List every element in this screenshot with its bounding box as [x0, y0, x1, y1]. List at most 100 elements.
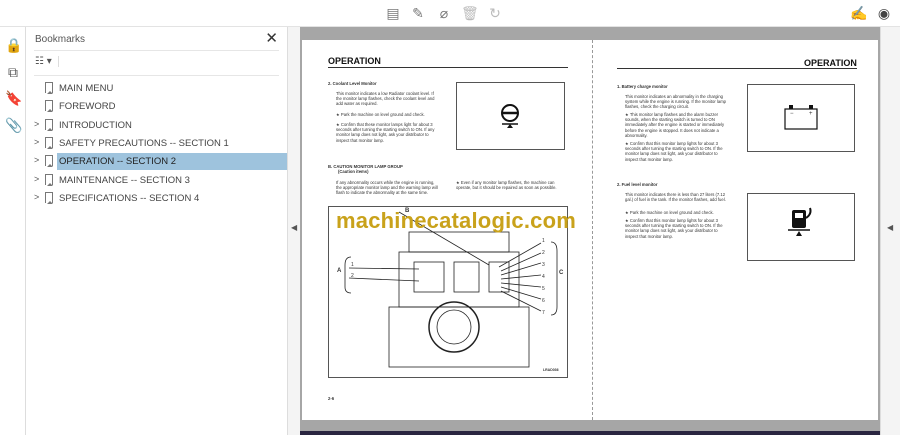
bookmark-item[interactable]: > SAFETY PRECAUTIONS -- SECTION 1	[26, 134, 288, 152]
expand-chevron-icon[interactable]: >	[34, 192, 39, 202]
bullet-text: Confirm that this monitor lamp lights fo…	[625, 141, 723, 162]
pdf-page-spread: OPERATION 2. Coolant Level Monitor This …	[302, 40, 878, 420]
panel-title: Bookmarks	[35, 34, 86, 45]
bookmark-icon	[45, 82, 53, 94]
coolant-monitor-figure	[456, 82, 565, 150]
bookmark-icon[interactable]: 🔖	[5, 90, 22, 106]
expand-right-panel-icon[interactable]: ◀	[887, 223, 893, 232]
bookmark-label: SPECIFICATIONS -- SECTION 4	[59, 192, 200, 204]
diagram-number: 2	[542, 250, 545, 256]
toolbar: ▤ ✎ ⌀ 🗑 ↻ ✍ ◉	[0, 0, 900, 27]
bullet: ★ This monitor lamp flashes and the alar…	[625, 112, 725, 138]
divider	[328, 67, 568, 68]
battery-icon	[784, 105, 818, 130]
collapse-panel-icon[interactable]: ◀	[291, 223, 297, 232]
section-body: This monitor indicates a low Radiator co…	[336, 91, 435, 107]
bookmarks-panel: Bookmarks ✕ ☷ ▾ MAIN MENU FOREWORD > INTROD…	[26, 27, 288, 435]
options-menu-icon[interactable]: ☷ ▾	[35, 56, 59, 67]
trash-icon[interactable]: 🗑	[461, 5, 479, 21]
bookmark-label: SAFETY PRECAUTIONS -- SECTION 1	[59, 137, 229, 149]
diagram-label: A	[337, 268, 342, 274]
page-number: 2-6	[328, 396, 335, 401]
divider	[617, 68, 857, 69]
vertical-scrollbar[interactable]: ◀	[880, 27, 900, 435]
bookmark-item[interactable]: > INTRODUCTION	[26, 116, 288, 134]
bullet-text: Even if any monitor lamp flashes, the ma…	[456, 180, 557, 191]
right-page-header: OPERATION	[804, 58, 857, 68]
page-divider	[592, 40, 593, 420]
pages-icon[interactable]: ⧉	[5, 64, 21, 80]
panel-collapse-gutter: ◀	[288, 27, 300, 435]
lock-icon[interactable]: 🔒	[5, 37, 22, 53]
bullet: ★ Park the machine on level ground and c…	[336, 112, 425, 117]
sign-icon[interactable]: ✍	[850, 5, 867, 21]
expand-chevron-icon[interactable]: >	[34, 155, 39, 165]
bookmark-item[interactable]: > SPECIFICATIONS -- SECTION 4	[26, 189, 288, 207]
bookmark-item[interactable]: MAIN MENU	[26, 79, 288, 97]
diagram-number: 2	[351, 273, 354, 279]
divider	[34, 75, 279, 76]
bullet: ★ Park the machine on level ground and c…	[625, 210, 714, 215]
expand-chevron-icon[interactable]: >	[34, 174, 39, 184]
expand-chevron-icon[interactable]: >	[34, 137, 39, 147]
bookmark-label: INTRODUCTION	[59, 119, 132, 131]
battery-plus: +	[809, 111, 813, 117]
account-icon[interactable]: ◉	[876, 5, 892, 21]
attachment-icon[interactable]: 📎	[5, 117, 22, 133]
bullet-text: Confirm that this monitor lamp lights fo…	[625, 218, 723, 239]
redo-icon[interactable]: ↻	[487, 5, 503, 21]
bookmark-label: FOREWORD	[59, 101, 116, 113]
bookmark-icon	[45, 191, 53, 204]
fuel-monitor-figure	[747, 193, 855, 261]
bookmark-icon	[45, 155, 53, 168]
bookmark-item[interactable]: FOREWORD	[26, 97, 288, 115]
navigation-rail: 🔒 ⧉ 🔖 📎	[0, 27, 26, 435]
section-subtitle: (Caution items)	[338, 169, 369, 174]
left-page-header: OPERATION	[328, 56, 381, 66]
bullet-text: Confirm that these monitor lamps light f…	[336, 122, 435, 143]
bookmark-icon	[45, 136, 53, 149]
diagram-label: C	[559, 270, 564, 276]
bookmark-icon	[45, 173, 53, 186]
diagram-number: 7	[542, 310, 545, 316]
bullet-text: This monitor lamp flashes and the alarm …	[625, 112, 725, 138]
bookmark-icon	[45, 118, 53, 131]
coolant-level-icon	[501, 104, 519, 128]
bullet: ★ Even if any monitor lamp flashes, the …	[456, 180, 557, 191]
bullet-text: Park the machine on level ground and che…	[629, 210, 714, 215]
section-body: This monitor indicates there is less tha…	[625, 192, 726, 203]
expand-chevron-icon[interactable]: >	[34, 119, 39, 129]
diagram-number: 1	[351, 262, 354, 268]
comment-icon[interactable]: ▤	[385, 5, 401, 21]
bookmark-label: OPERATION -- SECTION 2	[57, 153, 287, 171]
bullet: ★ Confirm that this monitor lamp lights …	[625, 141, 723, 162]
close-icon[interactable]: ✕	[265, 29, 278, 47]
bookmark-icon	[45, 100, 53, 113]
fuel-pump-icon	[788, 207, 812, 236]
bottom-bar	[300, 431, 880, 435]
diagram-number: 3	[542, 262, 545, 268]
bookmark-item[interactable]: > MAINTENANCE -- SECTION 3	[26, 171, 288, 189]
bullet: ★ Confirm that these monitor lamps light…	[336, 122, 435, 143]
diagram-number: 6	[542, 298, 545, 304]
figure-code: LRAD036	[543, 368, 559, 372]
bullet-text: Park the machine on level ground and che…	[340, 112, 425, 117]
highlight-clear-icon[interactable]: ⌀	[436, 5, 452, 21]
diagram-number: 5	[542, 286, 545, 292]
battery-minus: −	[790, 111, 794, 117]
pen-icon[interactable]: ✎	[410, 5, 426, 21]
divider	[34, 50, 279, 51]
document-view: OPERATION 2. Coolant Level Monitor This …	[300, 27, 880, 435]
section-body: If any abnormality occurs while the engi…	[336, 180, 438, 196]
section-title: 1. Battery charge monitor	[617, 84, 668, 89]
bookmark-label: MAINTENANCE -- SECTION 3	[59, 174, 190, 186]
section-title: 2. Fuel level monitor	[617, 182, 658, 187]
bookmark-label: MAIN MENU	[59, 83, 114, 94]
section-title: 2. Coolant Level Monitor	[328, 81, 377, 86]
watermark: machinecatalogic.com	[336, 208, 576, 233]
bullet: ★ Confirm that this monitor lamp lights …	[625, 218, 723, 239]
section-body: This monitor indicates an abnormality in…	[625, 94, 727, 110]
diagram-number: 4	[542, 274, 545, 280]
battery-monitor-figure: − +	[747, 84, 855, 152]
bookmark-item[interactable]: > OPERATION -- SECTION 2	[26, 152, 288, 171]
